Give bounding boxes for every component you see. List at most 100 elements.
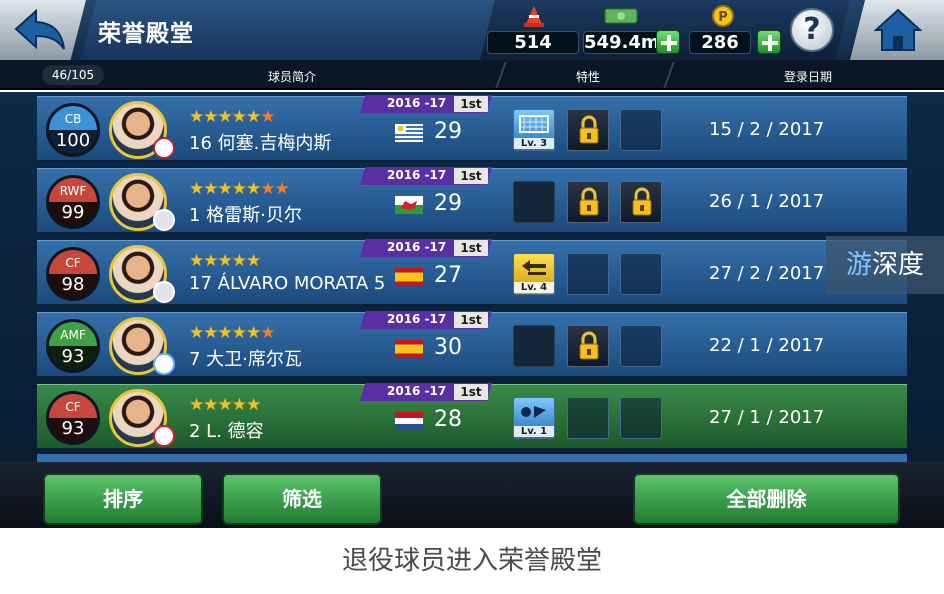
entry-date: 26 / 1 / 2017 <box>709 191 825 212</box>
season-label: 2016 -17 <box>387 96 447 110</box>
entry-date: 15 / 2 / 2017 <box>709 119 825 140</box>
skill-slot-2-locked[interactable] <box>567 325 609 367</box>
entry-date: 27 / 1 / 2017 <box>709 407 825 428</box>
lock-icon <box>579 187 599 216</box>
season-label: 2016 -17 <box>387 240 447 254</box>
delete-all-button[interactable]: 全部删除 <box>633 473 900 525</box>
page-title: 荣誉殿堂 <box>98 21 194 47</box>
position-label: RWF <box>59 184 87 198</box>
wales-flag-icon <box>395 196 423 214</box>
overall-rating: 93 <box>61 346 85 367</box>
player-age: 29 <box>434 119 462 144</box>
filter-button[interactable]: 筛选 <box>222 473 382 525</box>
rank-tag: 1st <box>454 240 488 256</box>
player-row[interactable]: AMF 93 ★★★★★★ 7 大卫·席尔瓦 2016 -17 1st 30 2… <box>37 311 907 378</box>
spain-flag-icon <box>395 268 423 286</box>
skill-slot-2-empty[interactable] <box>567 253 609 295</box>
position-badge: CF 98 <box>46 247 100 301</box>
spain-flag-icon <box>395 340 423 358</box>
skill-slot-2-locked[interactable] <box>567 181 609 223</box>
watermark-first-char: 游 <box>845 250 872 280</box>
rank-tag: 1st <box>454 168 488 184</box>
skill-slot-3-locked[interactable] <box>620 181 662 223</box>
pass-arrow-icon <box>522 260 546 275</box>
lock-icon <box>579 115 599 144</box>
column-traits: 特性 <box>576 70 601 84</box>
cones-value: 514 <box>487 31 579 54</box>
position-badge: AMF 93 <box>46 319 100 373</box>
player-name: 2 L. 德容 <box>189 421 264 442</box>
home-icon <box>874 8 922 51</box>
skill-slot-2-empty[interactable] <box>567 397 609 439</box>
position-badge: CB 100 <box>46 103 100 157</box>
player-count: 46/105 <box>42 65 104 85</box>
skill-level: Lv. 1 <box>514 426 554 437</box>
player-age: 28 <box>434 407 462 432</box>
player-row-selected[interactable]: CF 93 ★★★★★ 2 L. 德容 2016 -17 1st 28 Lv. … <box>37 383 907 450</box>
watermark-logo: 游深度 <box>826 236 944 294</box>
star-rating: ★★★★★ <box>189 251 261 271</box>
skill-slot-3-empty[interactable] <box>620 253 662 295</box>
rank-tag: 1st <box>454 384 488 400</box>
position-label: CB <box>64 112 82 126</box>
cone-icon <box>524 6 544 27</box>
back-arrow-icon <box>14 9 65 50</box>
overall-rating: 98 <box>61 274 85 295</box>
home-button[interactable] <box>850 0 944 60</box>
player-row[interactable]: RWF 99 ★★★★★★★ 1 格雷斯·贝尔 2016 -17 1st 29 … <box>37 167 907 234</box>
skill-slot-3-empty[interactable] <box>620 397 662 439</box>
star-rating: ★★★★★ <box>189 395 261 415</box>
column-date: 登录日期 <box>784 70 833 84</box>
skill-slot-1-empty[interactable] <box>513 325 555 367</box>
help-button[interactable]: ? <box>790 8 834 52</box>
player-name: 17 ÁLVARO MORATA 5 <box>189 273 386 294</box>
club-crest-icon <box>153 353 175 375</box>
season-label: 2016 -17 <box>387 168 447 182</box>
skill-slot-1[interactable]: Lv. 4 <box>513 253 555 295</box>
skill-level: Lv. 4 <box>514 282 554 293</box>
skill-slot-2-locked[interactable] <box>567 109 609 151</box>
player-age: 30 <box>434 335 462 360</box>
player-row[interactable]: CF 98 ★★★★★ 17 ÁLVARO MORATA 5 2016 -17 … <box>37 239 907 306</box>
lock-icon <box>579 331 599 360</box>
position-label: CF <box>65 256 81 270</box>
partial-player-row <box>37 454 907 462</box>
coin-icon: P <box>712 5 734 27</box>
star-rating: ★★★★★★ <box>189 107 275 127</box>
lock-icon <box>632 187 652 216</box>
position-label: AMF <box>60 328 86 342</box>
hall-of-fame-screen: 荣誉殿堂 514 549.4m P 286 ? 46/105 球员简介 特性 登… <box>0 0 944 594</box>
overall-rating: 99 <box>61 202 85 223</box>
cash-value: 549.4m <box>583 31 660 54</box>
player-age: 27 <box>434 263 462 288</box>
club-crest-icon <box>153 209 175 231</box>
player-row[interactable]: CB 100 ★★★★★★ 16 何塞.吉梅内斯 2016 -17 1st 29… <box>37 95 907 162</box>
skill-slot-1-empty[interactable] <box>513 181 555 223</box>
caption: 退役球员进入荣誉殿堂 <box>341 546 602 576</box>
rank-tag: 1st <box>454 312 488 328</box>
skill-slot-3-empty[interactable] <box>620 325 662 367</box>
skill-slot-3-empty[interactable] <box>620 109 662 151</box>
add-cash-button[interactable] <box>656 30 680 54</box>
cash-icon <box>604 8 638 24</box>
skill-slot-1[interactable]: Lv. 1 <box>513 397 555 439</box>
svg-text:P: P <box>718 10 728 25</box>
star-rating: ★★★★★★ <box>189 323 275 343</box>
skill-slot-1[interactable]: Lv. 3 <box>513 109 555 151</box>
dribble-icon <box>521 406 546 418</box>
player-name: 16 何塞.吉梅内斯 <box>189 133 332 154</box>
goal-net-icon <box>519 115 549 133</box>
position-label: CF <box>65 400 81 414</box>
netherlands-flag-icon <box>395 412 423 430</box>
season-label: 2016 -17 <box>387 312 447 326</box>
entry-date: 22 / 1 / 2017 <box>709 335 825 356</box>
coins-value: 286 <box>689 31 751 54</box>
star-rating: ★★★★★★★ <box>189 179 290 199</box>
club-crest-icon <box>153 281 175 303</box>
player-list[interactable]: CB 100 ★★★★★★ 16 何塞.吉梅内斯 2016 -17 1st 29… <box>0 92 944 462</box>
club-crest-icon <box>153 137 175 159</box>
sort-button[interactable]: 排序 <box>43 473 203 525</box>
overall-rating: 100 <box>55 130 91 151</box>
season-label: 2016 -17 <box>387 384 447 398</box>
add-coins-button[interactable] <box>757 30 781 54</box>
